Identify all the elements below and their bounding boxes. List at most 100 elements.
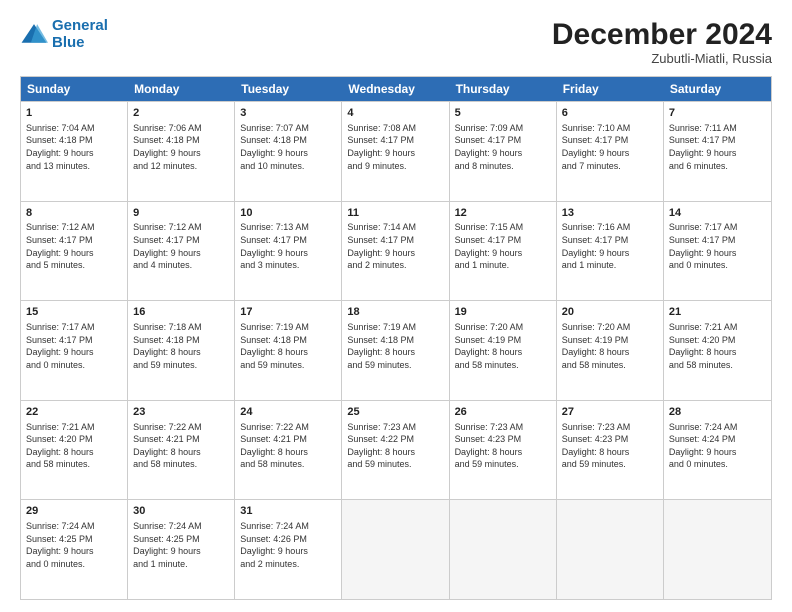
calendar-cell: 2Sunrise: 7:06 AMSunset: 4:18 PMDaylight… [128,102,235,201]
calendar-cell: 5Sunrise: 7:09 AMSunset: 4:17 PMDaylight… [450,102,557,201]
day-info: Sunrise: 7:23 AMSunset: 4:23 PMDaylight:… [562,421,658,471]
day-number: 31 [240,504,336,519]
month-title: December 2024 [552,18,772,51]
day-number: 2 [133,106,229,121]
day-info: Sunrise: 7:19 AMSunset: 4:18 PMDaylight:… [240,321,336,371]
day-info: Sunrise: 7:18 AMSunset: 4:18 PMDaylight:… [133,321,229,371]
calendar-cell: 20Sunrise: 7:20 AMSunset: 4:19 PMDayligh… [557,301,664,400]
calendar-cell: 30Sunrise: 7:24 AMSunset: 4:25 PMDayligh… [128,500,235,599]
day-number: 21 [669,305,766,320]
logo: General Blue [20,18,108,51]
calendar-cell [664,500,771,599]
calendar-cell: 19Sunrise: 7:20 AMSunset: 4:19 PMDayligh… [450,301,557,400]
day-info: Sunrise: 7:22 AMSunset: 4:21 PMDaylight:… [133,421,229,471]
calendar-cell: 4Sunrise: 7:08 AMSunset: 4:17 PMDaylight… [342,102,449,201]
calendar-header-cell: Friday [557,77,664,101]
calendar-body: 1Sunrise: 7:04 AMSunset: 4:18 PMDaylight… [21,101,771,599]
calendar-cell [557,500,664,599]
day-info: Sunrise: 7:11 AMSunset: 4:17 PMDaylight:… [669,122,766,172]
calendar-header-cell: Sunday [21,77,128,101]
calendar-row: 29Sunrise: 7:24 AMSunset: 4:25 PMDayligh… [21,499,771,599]
page: General Blue December 2024 Zubutli-Miatl… [0,0,792,612]
subtitle: Zubutli-Miatli, Russia [552,51,772,66]
day-number: 12 [455,206,551,221]
logo-icon [20,21,48,49]
day-number: 13 [562,206,658,221]
calendar-cell: 7Sunrise: 7:11 AMSunset: 4:17 PMDaylight… [664,102,771,201]
calendar-header: SundayMondayTuesdayWednesdayThursdayFrid… [21,77,771,101]
day-number: 25 [347,405,443,420]
calendar-cell: 8Sunrise: 7:12 AMSunset: 4:17 PMDaylight… [21,202,128,301]
logo-line1: General [52,17,108,34]
day-number: 28 [669,405,766,420]
day-number: 19 [455,305,551,320]
calendar-row: 8Sunrise: 7:12 AMSunset: 4:17 PMDaylight… [21,201,771,301]
calendar-cell: 12Sunrise: 7:15 AMSunset: 4:17 PMDayligh… [450,202,557,301]
calendar-cell [450,500,557,599]
calendar-cell: 31Sunrise: 7:24 AMSunset: 4:26 PMDayligh… [235,500,342,599]
calendar-cell: 25Sunrise: 7:23 AMSunset: 4:22 PMDayligh… [342,401,449,500]
day-info: Sunrise: 7:04 AMSunset: 4:18 PMDaylight:… [26,122,122,172]
day-info: Sunrise: 7:17 AMSunset: 4:17 PMDaylight:… [26,321,122,371]
calendar-cell: 27Sunrise: 7:23 AMSunset: 4:23 PMDayligh… [557,401,664,500]
calendar-cell: 24Sunrise: 7:22 AMSunset: 4:21 PMDayligh… [235,401,342,500]
day-number: 24 [240,405,336,420]
calendar-cell: 15Sunrise: 7:17 AMSunset: 4:17 PMDayligh… [21,301,128,400]
day-info: Sunrise: 7:12 AMSunset: 4:17 PMDaylight:… [26,221,122,271]
day-info: Sunrise: 7:15 AMSunset: 4:17 PMDaylight:… [455,221,551,271]
day-info: Sunrise: 7:21 AMSunset: 4:20 PMDaylight:… [669,321,766,371]
title-block: December 2024 Zubutli-Miatli, Russia [552,18,772,66]
day-number: 16 [133,305,229,320]
day-number: 7 [669,106,766,121]
day-number: 15 [26,305,122,320]
day-info: Sunrise: 7:21 AMSunset: 4:20 PMDaylight:… [26,421,122,471]
day-info: Sunrise: 7:23 AMSunset: 4:22 PMDaylight:… [347,421,443,471]
calendar-cell: 11Sunrise: 7:14 AMSunset: 4:17 PMDayligh… [342,202,449,301]
calendar-cell: 6Sunrise: 7:10 AMSunset: 4:17 PMDaylight… [557,102,664,201]
calendar-cell: 10Sunrise: 7:13 AMSunset: 4:17 PMDayligh… [235,202,342,301]
calendar-cell: 9Sunrise: 7:12 AMSunset: 4:17 PMDaylight… [128,202,235,301]
logo-text: General Blue [52,18,108,51]
calendar-cell: 29Sunrise: 7:24 AMSunset: 4:25 PMDayligh… [21,500,128,599]
day-number: 18 [347,305,443,320]
day-info: Sunrise: 7:17 AMSunset: 4:17 PMDaylight:… [669,221,766,271]
day-info: Sunrise: 7:19 AMSunset: 4:18 PMDaylight:… [347,321,443,371]
calendar-header-cell: Tuesday [235,77,342,101]
calendar-header-cell: Saturday [664,77,771,101]
day-number: 3 [240,106,336,121]
day-number: 26 [455,405,551,420]
day-info: Sunrise: 7:13 AMSunset: 4:17 PMDaylight:… [240,221,336,271]
day-number: 20 [562,305,658,320]
calendar-cell: 14Sunrise: 7:17 AMSunset: 4:17 PMDayligh… [664,202,771,301]
calendar: SundayMondayTuesdayWednesdayThursdayFrid… [20,76,772,600]
day-info: Sunrise: 7:24 AMSunset: 4:24 PMDaylight:… [669,421,766,471]
day-number: 8 [26,206,122,221]
calendar-cell: 16Sunrise: 7:18 AMSunset: 4:18 PMDayligh… [128,301,235,400]
day-info: Sunrise: 7:22 AMSunset: 4:21 PMDaylight:… [240,421,336,471]
day-info: Sunrise: 7:12 AMSunset: 4:17 PMDaylight:… [133,221,229,271]
day-number: 23 [133,405,229,420]
day-info: Sunrise: 7:24 AMSunset: 4:26 PMDaylight:… [240,520,336,570]
calendar-header-cell: Wednesday [342,77,449,101]
day-number: 1 [26,106,122,121]
day-number: 14 [669,206,766,221]
day-number: 27 [562,405,658,420]
calendar-cell: 22Sunrise: 7:21 AMSunset: 4:20 PMDayligh… [21,401,128,500]
calendar-cell: 1Sunrise: 7:04 AMSunset: 4:18 PMDaylight… [21,102,128,201]
day-info: Sunrise: 7:08 AMSunset: 4:17 PMDaylight:… [347,122,443,172]
day-info: Sunrise: 7:20 AMSunset: 4:19 PMDaylight:… [562,321,658,371]
calendar-row: 22Sunrise: 7:21 AMSunset: 4:20 PMDayligh… [21,400,771,500]
day-info: Sunrise: 7:06 AMSunset: 4:18 PMDaylight:… [133,122,229,172]
day-number: 29 [26,504,122,519]
day-number: 6 [562,106,658,121]
calendar-cell [342,500,449,599]
day-info: Sunrise: 7:24 AMSunset: 4:25 PMDaylight:… [26,520,122,570]
calendar-cell: 18Sunrise: 7:19 AMSunset: 4:18 PMDayligh… [342,301,449,400]
day-number: 17 [240,305,336,320]
day-info: Sunrise: 7:09 AMSunset: 4:17 PMDaylight:… [455,122,551,172]
day-info: Sunrise: 7:16 AMSunset: 4:17 PMDaylight:… [562,221,658,271]
day-number: 4 [347,106,443,121]
calendar-cell: 28Sunrise: 7:24 AMSunset: 4:24 PMDayligh… [664,401,771,500]
calendar-header-cell: Monday [128,77,235,101]
calendar-cell: 13Sunrise: 7:16 AMSunset: 4:17 PMDayligh… [557,202,664,301]
